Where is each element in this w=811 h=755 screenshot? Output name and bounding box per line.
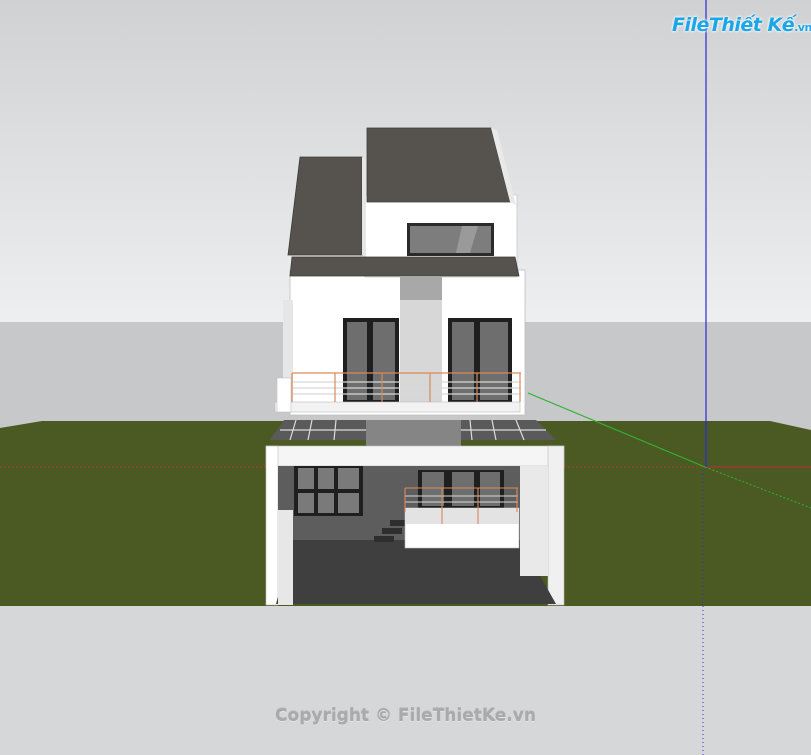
right-column xyxy=(547,445,565,606)
lower-balcony-floor xyxy=(405,508,519,524)
balcony-side xyxy=(276,377,292,413)
logo-text: FileThiết Kế.vn xyxy=(672,14,811,36)
ground-door-pane-2 xyxy=(452,472,474,506)
ground-door-pane-1 xyxy=(422,472,444,506)
balcony-slab xyxy=(274,401,521,413)
left-column xyxy=(265,445,279,606)
house-3d-model-scene[interactable] xyxy=(0,0,811,755)
canopy-box-top xyxy=(366,420,461,446)
foreground-ground xyxy=(0,606,811,755)
left-roof-side xyxy=(362,157,366,255)
eave-roof xyxy=(289,256,520,277)
3d-viewport[interactable]: FileThiết Kế.vn Copyright © FileThietKe.… xyxy=(0,0,811,755)
inner-right-wall xyxy=(520,466,548,576)
tower-window-glass xyxy=(410,226,491,253)
central-column-top xyxy=(400,276,442,300)
copyright-watermark: Copyright © FileThietKe.vn xyxy=(275,706,536,726)
tower-roof xyxy=(366,127,511,203)
filethietke-logo: FileThiết Kế.vn xyxy=(672,8,811,48)
inner-left-wall xyxy=(278,510,293,605)
ground-beam xyxy=(265,445,565,467)
ground-floor-plane xyxy=(276,540,556,604)
ground-door-pane-3 xyxy=(480,472,500,506)
left-roof xyxy=(287,156,363,256)
